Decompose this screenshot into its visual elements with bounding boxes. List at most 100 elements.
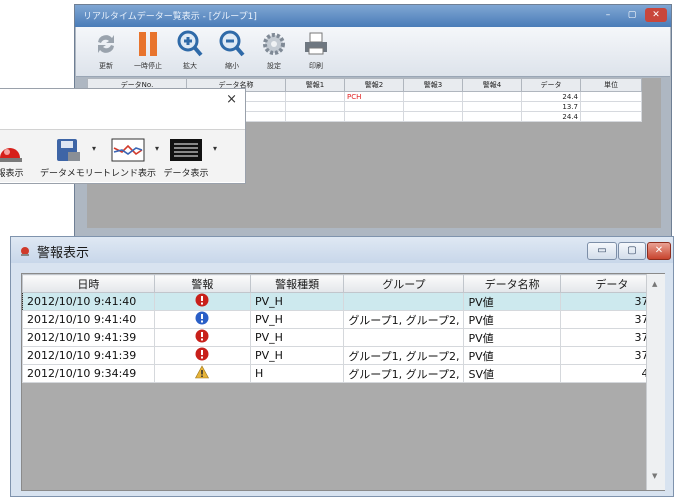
print-label: 印刷	[309, 62, 323, 70]
trend-chart-icon	[102, 138, 154, 162]
scroll-down-arrow-icon[interactable]: ▼	[652, 472, 657, 480]
gear-icon	[261, 30, 287, 58]
data-name-cell: PV値	[463, 292, 561, 311]
trend-display-button[interactable]: トレンド表示	[102, 138, 157, 179]
refresh-button[interactable]: 更新	[88, 30, 124, 71]
header-row: 日時 警報 警報種類 グループ データ名称 データ	[22, 274, 665, 293]
data-name-cell: PV値	[463, 328, 561, 347]
alarm-light-icon	[0, 138, 28, 162]
table-row[interactable]: 2012/10/10 9:41:40 PV_H PV値 37.4	[22, 292, 665, 311]
table-row[interactable]: 2012/10/10 9:41:39 PV_H グループ1, グループ2, PV…	[22, 346, 665, 365]
data-name-cell: PV値	[463, 310, 561, 329]
trend-display-dropdown[interactable]: ▾	[155, 144, 159, 153]
zoom-in-icon	[177, 30, 203, 58]
alarm-type-cell: PV_H	[249, 328, 345, 347]
refresh-icon	[93, 30, 119, 58]
alarm2-cell	[344, 111, 404, 122]
table-row[interactable]: 2012/10/10 9:41:39 PV_H PV値 37.3	[22, 328, 665, 347]
column-header[interactable]: 警報1	[285, 78, 345, 92]
group-cell	[343, 328, 465, 347]
data-display-icon	[163, 138, 209, 162]
maximize-button[interactable]: ▢	[621, 8, 643, 22]
alarm-list-panel: 日時 警報 警報種類 グループ データ名称 データ 2012/10/10 9:4…	[21, 273, 665, 491]
value-cell: 13.7	[521, 101, 581, 112]
alarm-type-cell: H	[249, 364, 345, 383]
alarm-display-label: 報表示	[0, 169, 24, 179]
close-button[interactable]: ×	[226, 92, 237, 107]
column-header[interactable]: データ	[521, 78, 581, 92]
pause-label: 一時停止	[134, 62, 162, 70]
column-header-group[interactable]: グループ	[343, 274, 465, 293]
toolbar: 更新 一時停止 拡大 縮小 設定 印刷	[76, 27, 670, 77]
red-alert-icon	[195, 347, 209, 364]
trend-display-label: トレンド表示	[102, 169, 157, 179]
datetime-cell: 2012/10/10 9:41:39	[22, 328, 155, 347]
vertical-scrollbar[interactable]: ▲ ▼	[646, 274, 665, 490]
settings-button[interactable]: 設定	[256, 30, 292, 71]
data-display-dropdown[interactable]: ▾	[213, 144, 217, 153]
zoom-out-label: 縮小	[225, 62, 239, 70]
refresh-label: 更新	[99, 62, 113, 70]
zoom-in-button[interactable]: 拡大	[172, 30, 208, 71]
settings-label: 設定	[267, 62, 281, 70]
alarm-cell	[153, 346, 251, 365]
print-button[interactable]: 印刷	[298, 30, 334, 71]
datetime-cell: 2012/10/10 9:41:39	[22, 346, 155, 365]
zoom-out-button[interactable]: 縮小	[214, 30, 250, 71]
data-memory-dropdown[interactable]: ▾	[92, 144, 96, 153]
alarm-display-button[interactable]: 報表示	[0, 138, 28, 179]
data-display-button[interactable]: データ表示	[163, 138, 209, 179]
scroll-up-arrow-icon[interactable]: ▲	[652, 280, 657, 288]
group-cell: グループ1, グループ2,	[343, 310, 465, 329]
alarm-type-cell: PV_H	[249, 310, 345, 329]
alarm-cell	[153, 364, 251, 383]
column-header[interactable]: 警報3	[403, 78, 463, 92]
data-memory-button[interactable]: データメモリー	[40, 138, 103, 179]
datetime-cell: 2012/10/10 9:34:49	[22, 364, 155, 383]
alarm-cell	[153, 292, 251, 311]
blue-info-icon	[195, 311, 209, 328]
alarm-table: 日時 警報 警報種類 グループ データ名称 データ 2012/10/10 9:4…	[22, 274, 665, 383]
close-button[interactable]: ✕	[645, 8, 667, 22]
warning-icon	[195, 365, 210, 382]
table-row[interactable]: 2012/10/10 9:41:40 PV_H グループ1, グループ2, PV…	[22, 310, 665, 329]
minimize-button[interactable]: –	[597, 8, 619, 22]
alarm2-cell: PCH	[344, 91, 404, 102]
zoom-out-icon	[219, 30, 245, 58]
column-header-alarm-type[interactable]: 警報種類	[249, 274, 345, 293]
zoom-in-label: 拡大	[183, 62, 197, 70]
table-row[interactable]: 2012/10/10 9:34:49 H グループ1, グループ2, SV値 4…	[22, 364, 665, 383]
title-bar[interactable]: リアルタイムデーター覧表示 - [グループ1] – ▢ ✕	[75, 5, 671, 27]
column-header-alarm[interactable]: 警報	[153, 274, 251, 293]
column-header[interactable]: 単位	[580, 78, 642, 92]
datetime-cell: 2012/10/10 9:41:40	[22, 292, 155, 311]
red-alert-icon	[195, 293, 209, 310]
red-alert-icon	[195, 329, 209, 346]
column-header-datetime[interactable]: 日時	[22, 274, 155, 293]
window-title: 警報表示	[37, 246, 90, 261]
data-memory-icon	[40, 138, 96, 162]
alarm-app-icon	[19, 244, 31, 256]
main-toolbar-window: × 報表示 データメモリー ▾ トレンド表示 ▾ データ表示 ▾	[0, 88, 246, 184]
maximize-button[interactable]: ▢	[618, 242, 646, 260]
window-title: リアルタイムデーター覧表示 - [グループ1]	[83, 12, 257, 22]
value-cell: 24.4	[521, 91, 581, 102]
column-header[interactable]: 警報2	[344, 78, 404, 92]
column-header-data-name[interactable]: データ名称	[463, 274, 561, 293]
alarm-type-cell: PV_H	[249, 346, 345, 365]
data-display-label: データ表示	[163, 169, 209, 179]
minimize-button[interactable]: ▭	[587, 242, 617, 260]
group-cell: グループ1, グループ2,	[343, 346, 465, 365]
title-bar[interactable]: 警報表示 ▭ ▢ ✕	[11, 237, 673, 263]
alarm-type-cell: PV_H	[249, 292, 345, 311]
data-name-cell: PV値	[463, 346, 561, 365]
pause-button[interactable]: 一時停止	[130, 30, 166, 71]
alarm-cell	[153, 310, 251, 329]
close-button[interactable]: ✕	[647, 242, 671, 260]
alarm-display-window: 警報表示 ▭ ▢ ✕ 日時 警報 警報種類 グループ データ名称 データ 201…	[10, 236, 674, 497]
column-header[interactable]: 警報4	[462, 78, 522, 92]
group-cell: グループ1, グループ2,	[343, 364, 465, 383]
group-cell	[343, 292, 465, 311]
data-name-cell: SV値	[463, 364, 561, 383]
alarm-cell	[153, 328, 251, 347]
